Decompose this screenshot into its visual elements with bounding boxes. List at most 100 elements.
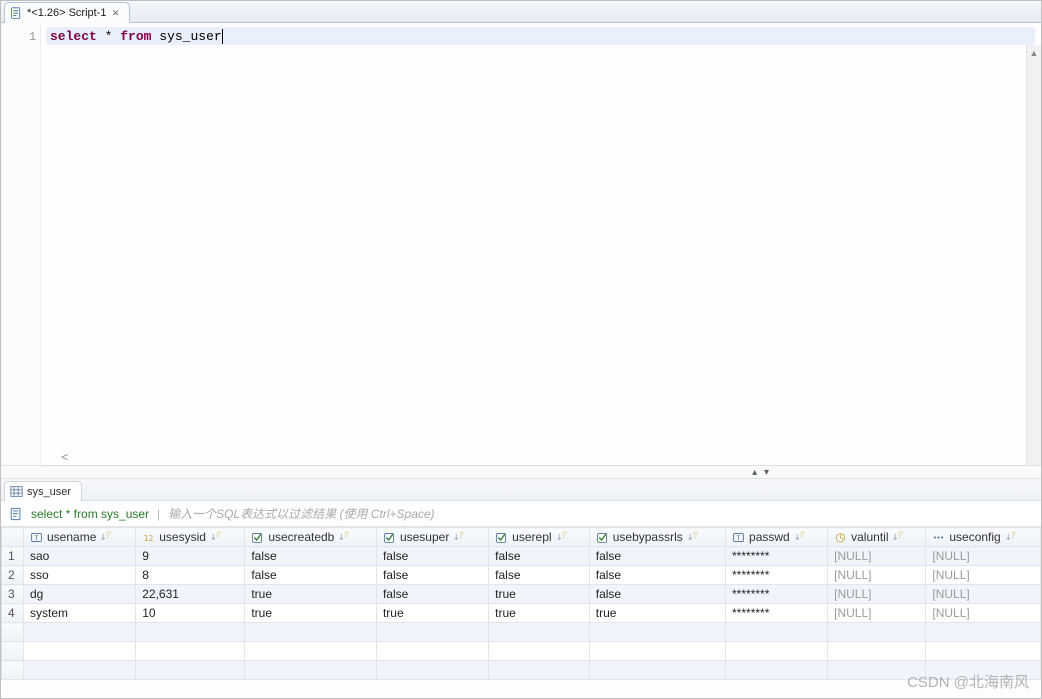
code-editor[interactable]: 1 select * from sys_user < ▲ (1, 23, 1041, 465)
cell[interactable]: false (376, 566, 488, 585)
cell[interactable]: true (489, 604, 590, 623)
cell[interactable] (136, 661, 245, 680)
cell[interactable]: ******** (726, 547, 828, 566)
cell[interactable] (926, 642, 1041, 661)
table-row[interactable] (2, 642, 1041, 661)
cell[interactable] (24, 642, 136, 661)
cell[interactable] (376, 642, 488, 661)
cell[interactable] (376, 661, 488, 680)
row-number-cell[interactable]: 4 (2, 604, 24, 623)
cell[interactable] (24, 661, 136, 680)
cell[interactable]: false (589, 547, 725, 566)
cell[interactable]: ******** (726, 604, 828, 623)
cell[interactable] (589, 642, 725, 661)
cell[interactable]: ******** (726, 566, 828, 585)
column-header[interactable]: Tpasswd (726, 528, 828, 547)
vertical-scrollbar[interactable]: ▲ (1026, 45, 1041, 465)
cell[interactable]: false (245, 547, 377, 566)
sort-icon[interactable] (687, 529, 700, 545)
cell[interactable]: [NULL] (828, 604, 926, 623)
cell[interactable] (589, 661, 725, 680)
cell[interactable] (24, 623, 136, 642)
cell[interactable]: 8 (136, 566, 245, 585)
cell[interactable]: false (376, 585, 488, 604)
scroll-up-icon[interactable]: ▲ (1027, 45, 1041, 60)
cell[interactable]: true (489, 585, 590, 604)
column-header[interactable]: usesuper (376, 528, 488, 547)
sort-icon[interactable] (210, 529, 223, 545)
cell[interactable]: [NULL] (926, 604, 1041, 623)
sort-icon[interactable] (100, 529, 113, 545)
cell[interactable] (136, 642, 245, 661)
cell[interactable]: false (489, 566, 590, 585)
cell[interactable] (376, 623, 488, 642)
close-icon[interactable]: ✕ (111, 8, 121, 18)
row-number-cell[interactable]: 1 (2, 547, 24, 566)
cell[interactable]: true (245, 585, 377, 604)
cell[interactable]: [NULL] (926, 585, 1041, 604)
cell[interactable] (589, 623, 725, 642)
cell[interactable] (726, 623, 828, 642)
column-header[interactable]: 12usesysid (136, 528, 245, 547)
cell[interactable] (726, 642, 828, 661)
cell[interactable]: true (589, 604, 725, 623)
row-number-cell[interactable] (2, 642, 24, 661)
cell[interactable] (489, 661, 590, 680)
cell[interactable]: [NULL] (828, 566, 926, 585)
results-tab[interactable]: sys_user (4, 481, 82, 501)
column-header[interactable]: Tusename (24, 528, 136, 547)
cell[interactable]: ******** (726, 585, 828, 604)
cell[interactable]: false (376, 547, 488, 566)
row-number-cell[interactable] (2, 661, 24, 680)
cell[interactable]: false (589, 566, 725, 585)
table-row[interactable]: 4system10truetruetruetrue********[NULL][… (2, 604, 1041, 623)
table-row[interactable]: 3dg22,631truefalsetruefalse********[NULL… (2, 585, 1041, 604)
filter-input-hint[interactable]: 输入一个SQL表达式以过滤结果 (使用 Ctrl+Space) (168, 505, 434, 522)
cell[interactable]: 9 (136, 547, 245, 566)
cell[interactable]: [NULL] (828, 547, 926, 566)
cell[interactable]: [NULL] (828, 585, 926, 604)
cell[interactable]: dg (24, 585, 136, 604)
cell[interactable]: false (589, 585, 725, 604)
cell[interactable] (245, 642, 377, 661)
table-row[interactable]: 2sso8falsefalsefalsefalse********[NULL][… (2, 566, 1041, 585)
split-toggle-icon[interactable]: ▴ ▾ (752, 467, 771, 478)
column-header[interactable]: useconfig (926, 528, 1041, 547)
cell[interactable] (926, 661, 1041, 680)
cell[interactable]: [NULL] (926, 566, 1041, 585)
cell[interactable] (828, 623, 926, 642)
cell[interactable] (828, 661, 926, 680)
sort-icon[interactable] (556, 529, 569, 545)
scroll-left-glyph[interactable]: < (61, 450, 68, 464)
cell[interactable]: false (245, 566, 377, 585)
cell[interactable]: 22,631 (136, 585, 245, 604)
table-row[interactable]: 1sao9falsefalsefalsefalse********[NULL][… (2, 547, 1041, 566)
cell[interactable] (926, 623, 1041, 642)
column-header[interactable]: userepl (489, 528, 590, 547)
cell[interactable]: 10 (136, 604, 245, 623)
cell[interactable] (245, 623, 377, 642)
cell[interactable]: true (376, 604, 488, 623)
sort-icon[interactable] (338, 529, 351, 545)
editor-tab[interactable]: *<1.26> Script-1 ✕ (4, 2, 130, 23)
column-header[interactable]: usebypassrls (589, 528, 725, 547)
column-header[interactable]: valuntil (828, 528, 926, 547)
cell[interactable]: sao (24, 547, 136, 566)
cell[interactable]: sso (24, 566, 136, 585)
table-row[interactable] (2, 623, 1041, 642)
result-grid[interactable]: Tusename12usesysidusecreatedbusesuperuse… (1, 527, 1041, 680)
cell[interactable]: [NULL] (926, 547, 1041, 566)
cell[interactable] (828, 642, 926, 661)
cell[interactable] (489, 642, 590, 661)
row-number-cell[interactable] (2, 623, 24, 642)
cell[interactable] (245, 661, 377, 680)
row-number-cell[interactable]: 3 (2, 585, 24, 604)
cell[interactable] (136, 623, 245, 642)
cell[interactable]: false (489, 547, 590, 566)
sort-icon[interactable] (794, 529, 807, 545)
sort-icon[interactable] (453, 529, 466, 545)
row-number-cell[interactable]: 2 (2, 566, 24, 585)
sort-icon[interactable] (1005, 529, 1018, 545)
sort-icon[interactable] (892, 529, 905, 545)
column-header[interactable]: usecreatedb (245, 528, 377, 547)
